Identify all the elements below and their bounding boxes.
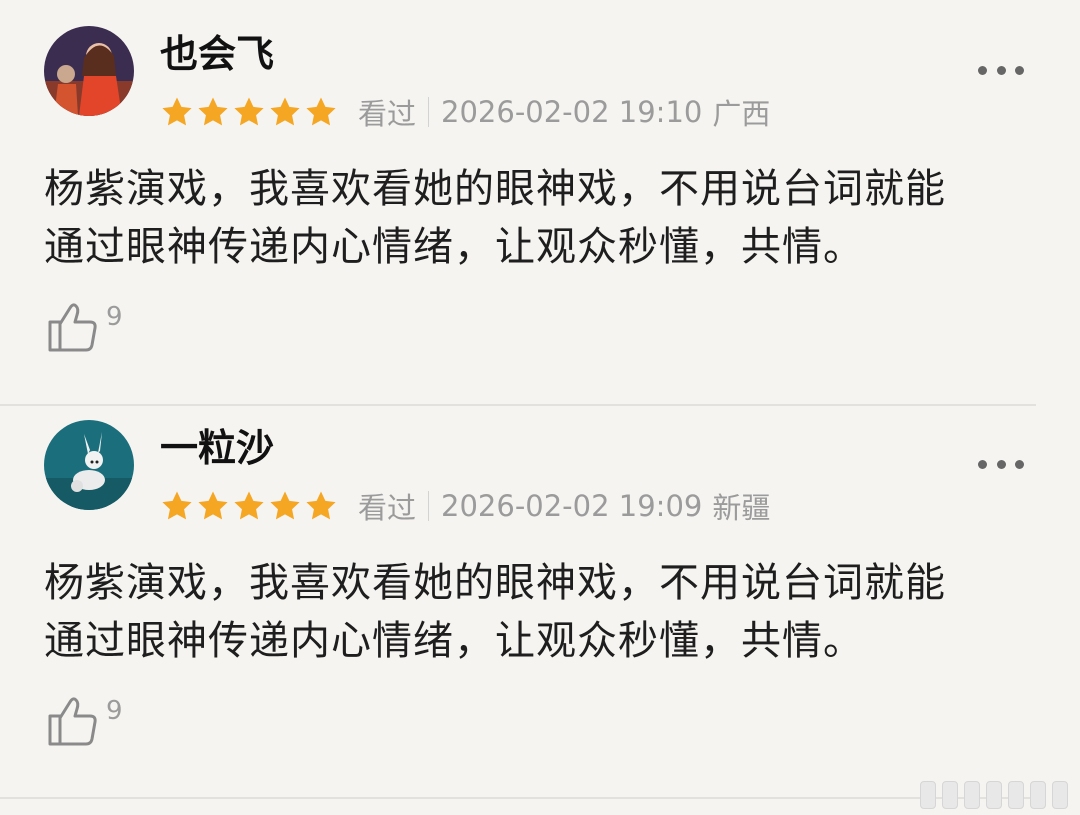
meta-divider xyxy=(428,97,430,127)
review-region: 新疆 xyxy=(712,491,771,525)
review-content: 杨紫演戏，我喜欢看她的眼神戏，不用说台词就能 通过眼神传递内心情绪，让观众秒懂，… xyxy=(44,554,1044,670)
avatar[interactable] xyxy=(44,26,134,116)
review-datetime: 2026-02-02 19:09 xyxy=(441,489,703,523)
star-rating xyxy=(160,95,338,129)
like-count: 9 xyxy=(106,302,123,332)
star-icon xyxy=(196,95,230,129)
star-icon xyxy=(160,489,194,523)
star-icon xyxy=(232,489,266,523)
review-card: 一粒沙 看过 2026-02-02 19:09 新疆 杨紫演戏，我喜欢看她的眼神… xyxy=(0,406,1080,798)
review-region: 广西 xyxy=(712,97,771,131)
star-icon xyxy=(196,489,230,523)
review-content-line: 杨紫演戏，我喜欢看她的眼神戏，不用说台词就能 xyxy=(44,166,946,212)
thumbs-up-icon xyxy=(46,300,100,354)
more-icon[interactable] xyxy=(978,456,1024,472)
avatar[interactable] xyxy=(44,420,134,510)
like-button[interactable]: 9 xyxy=(46,300,123,354)
username[interactable]: 也会飞 xyxy=(160,30,274,78)
username[interactable]: 一粒沙 xyxy=(160,424,274,472)
star-icon xyxy=(232,95,266,129)
review-datetime: 2026-02-02 19:10 xyxy=(441,95,703,129)
star-icon xyxy=(268,489,302,523)
more-icon[interactable] xyxy=(978,62,1024,78)
like-count: 9 xyxy=(106,696,123,726)
star-icon xyxy=(160,95,194,129)
review-content-line: 通过眼神传递内心情绪，让观众秒懂，共情。 xyxy=(44,618,864,664)
watermark-logo xyxy=(920,781,1068,809)
review-content-line: 杨紫演戏，我喜欢看她的眼神戏，不用说台词就能 xyxy=(44,560,946,606)
star-rating xyxy=(160,489,338,523)
review-meta: 看过 2026-02-02 19:10 广西 xyxy=(160,92,770,132)
review-card: 也会飞 看过 2026-02-02 19:10 广西 杨紫演戏，我喜欢看她的眼神… xyxy=(0,12,1080,404)
review-content-line: 通过眼神传递内心情绪，让观众秒懂，共情。 xyxy=(44,224,864,270)
star-icon xyxy=(304,95,338,129)
meta-divider xyxy=(428,491,430,521)
watched-status: 看过 xyxy=(358,97,417,131)
watched-status: 看过 xyxy=(358,491,417,525)
review-content: 杨紫演戏，我喜欢看她的眼神戏，不用说台词就能 通过眼神传递内心情绪，让观众秒懂，… xyxy=(44,160,1044,276)
divider xyxy=(0,797,1036,799)
star-icon xyxy=(304,489,338,523)
thumbs-up-icon xyxy=(46,694,100,748)
like-button[interactable]: 9 xyxy=(46,694,123,748)
review-meta: 看过 2026-02-02 19:09 新疆 xyxy=(160,486,770,526)
star-icon xyxy=(268,95,302,129)
